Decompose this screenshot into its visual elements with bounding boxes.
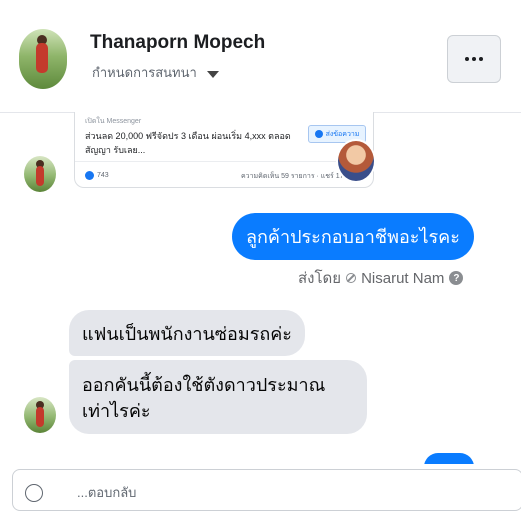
ad-preview-card[interactable]: เปิดใน Messenger ส่วนลด 20,000 ฟรีจัดปร … bbox=[74, 112, 376, 188]
conversation-header: Thanaporn Mopech กำหนดการสนทนา bbox=[0, 0, 521, 113]
help-icon[interactable]: ? bbox=[449, 271, 464, 285]
ad-label: เปิดใน Messenger bbox=[85, 118, 142, 125]
outgoing-message[interactable]: ลูกค้าประกอบอาชีพอะไรคะ bbox=[232, 213, 474, 260]
ad-like-count: 743 bbox=[85, 171, 109, 180]
avatar-figure-body bbox=[36, 166, 44, 186]
conversation-status-label: กำหนดการสนทนา bbox=[92, 65, 197, 80]
reply-composer[interactable]: ...ตอบกลับ bbox=[12, 469, 521, 511]
incoming-message-line: ออกคันนี้ต้องใช้ตังดาวประมาณ bbox=[82, 375, 326, 395]
outgoing-message-partial[interactable] bbox=[424, 453, 474, 464]
more-options-button[interactable] bbox=[447, 35, 501, 83]
contact-avatar-small bbox=[24, 397, 56, 433]
contact-avatar-small bbox=[24, 156, 56, 192]
ad-text: ส่วนลด 20,000 ฟรีจัดปร 3 เดือน ผ่อนเริ่ม… bbox=[85, 131, 291, 155]
more-dot-icon bbox=[479, 57, 483, 61]
page-logo-icon bbox=[25, 484, 43, 502]
more-dot-icon bbox=[465, 57, 469, 61]
sent-by-name: Nisarut Nam bbox=[361, 269, 445, 287]
contact-name[interactable]: Thanaporn Mopech bbox=[90, 32, 265, 54]
incoming-message[interactable]: ออกคันนี้ต้องใช้ตังดาวประมาณ เท่าไรค่ะ bbox=[69, 360, 367, 434]
ad-button-label: ส่งข้อความ bbox=[325, 130, 360, 138]
messenger-icon bbox=[314, 130, 323, 138]
ad-divider bbox=[75, 161, 373, 162]
ad-likes: 743 bbox=[97, 172, 109, 179]
like-icon bbox=[85, 171, 94, 180]
incoming-message-line: เท่าไรค่ะ bbox=[82, 401, 151, 421]
incoming-message[interactable]: แฟนเป็นพนักงานซ่อมรถค่ะ bbox=[69, 310, 305, 356]
avatar-figure-body bbox=[36, 43, 48, 73]
message-thread[interactable]: เปิดใน Messenger ส่วนลด 20,000 ฟรีจัดปร … bbox=[0, 112, 521, 464]
avatar-figure-body bbox=[36, 407, 44, 427]
ad-profile-photo bbox=[336, 139, 376, 183]
caret-down-icon bbox=[206, 70, 219, 78]
contact-avatar[interactable] bbox=[19, 29, 67, 89]
sent-by-line: ส่งโดย Nisarut Nam ? bbox=[298, 266, 464, 290]
sent-by-prefix: ส่งโดย bbox=[298, 270, 342, 287]
more-dot-icon bbox=[472, 57, 476, 61]
page-badge-icon bbox=[346, 273, 357, 283]
conversation-status-dropdown[interactable]: กำหนดการสนทนา bbox=[92, 62, 219, 83]
